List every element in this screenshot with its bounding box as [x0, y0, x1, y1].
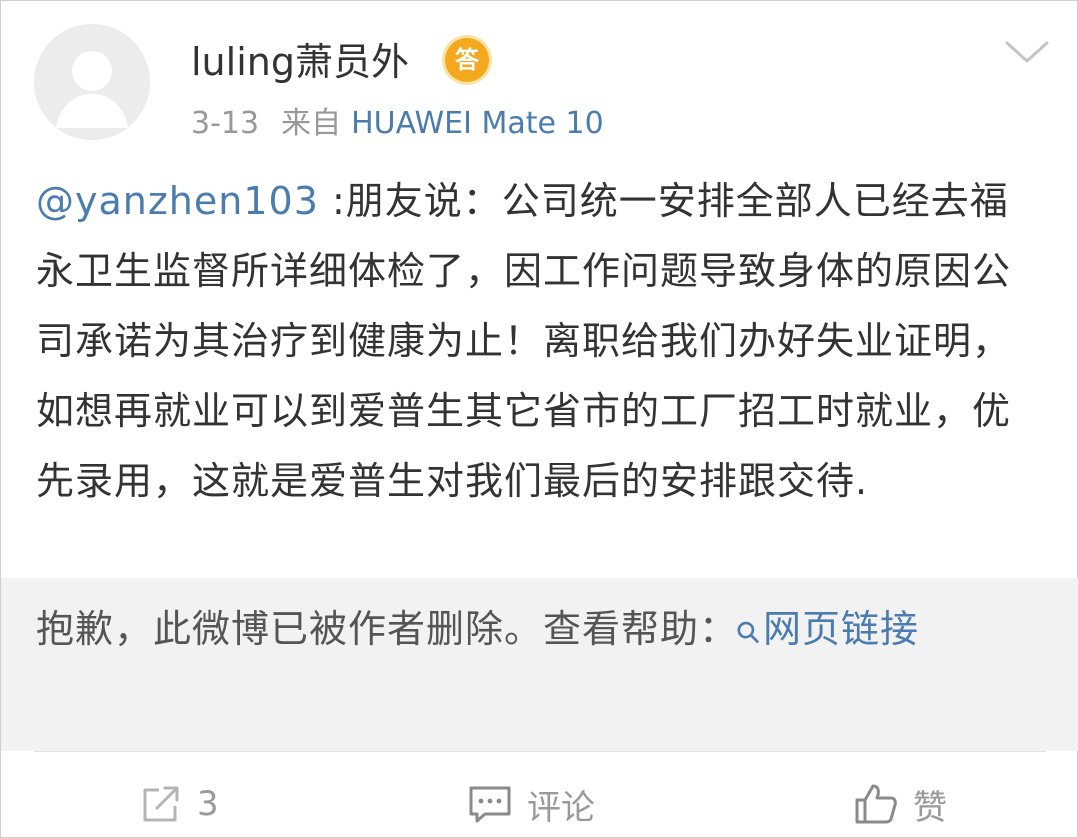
comment-label: 评论	[527, 787, 595, 828]
deleted-repost-box: 抱歉，此微博已被作者删除。查看帮助：⚲网页链接	[1, 578, 1078, 751]
source-prefix: 来自	[281, 106, 342, 141]
comment-icon	[469, 786, 511, 823]
share-button[interactable]: 3	[139, 774, 219, 834]
post-body-text: :朋友说：公司统一安排全部人已经去福永卫生监督所详细体检了，因工作问题导致身体的…	[36, 179, 1012, 503]
default-avatar-icon	[34, 24, 150, 140]
web-link[interactable]: ⚲网页链接	[729, 607, 920, 653]
mention-link[interactable]: @yanzhen103	[36, 179, 319, 223]
avatar[interactable]	[34, 24, 150, 140]
like-button[interactable]: 赞	[853, 774, 947, 834]
like-label: 赞	[913, 787, 947, 828]
share-icon	[143, 786, 179, 822]
post-date: 3-13	[191, 106, 260, 141]
deleted-notice-text: 抱歉，此微博已被作者删除。查看帮助：	[36, 607, 739, 651]
chevron-down-icon[interactable]	[1003, 37, 1051, 67]
post-meta: 3-13 来自 HUAWEI Mate 10	[191, 104, 604, 144]
post-body: @yanzhen103 :朋友说：公司统一安排全部人已经去福永卫生监督所详细体检…	[36, 166, 1046, 516]
web-link-label: 网页链接	[763, 607, 920, 651]
comment-button[interactable]: 评论	[467, 774, 595, 834]
source-device-link[interactable]: HUAWEI Mate 10	[351, 106, 604, 141]
divider	[34, 751, 1046, 752]
deleted-notice: 抱歉，此微博已被作者删除。查看帮助：⚲网页链接	[36, 599, 1046, 663]
answer-badge-icon: 答	[445, 38, 489, 82]
share-count: 3	[197, 784, 219, 824]
thumbs-up-icon	[855, 784, 897, 824]
username[interactable]: luling萧员外	[191, 37, 409, 87]
